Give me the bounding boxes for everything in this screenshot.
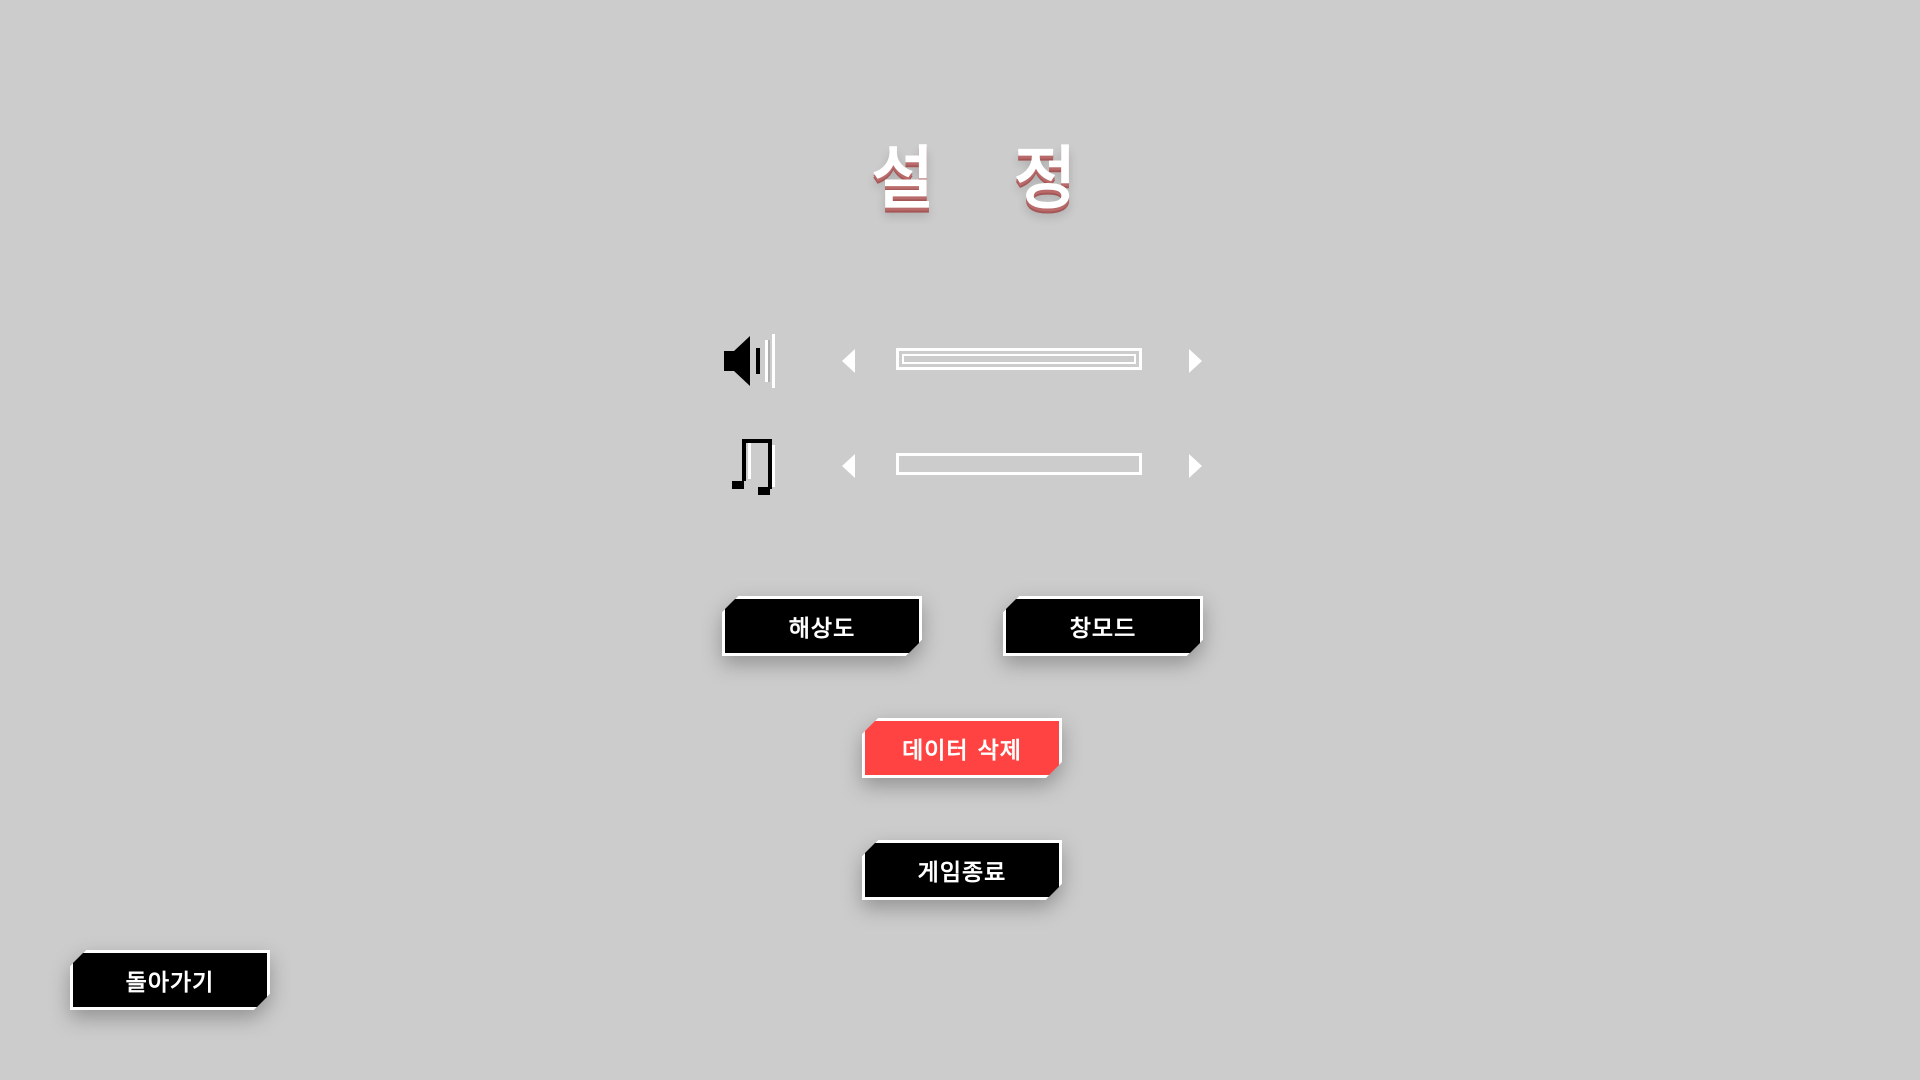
window-mode-button[interactable]: 창모드 [1003,596,1203,656]
music-volume-decrease-arrow[interactable] [842,454,855,478]
music-note-icon [732,439,775,495]
page-title: 설 정 [871,140,1105,219]
music-volume-row [720,431,1210,501]
sfx-volume-decrease-arrow[interactable] [842,349,855,373]
back-button-wrap: 돌아가기 [70,950,270,1010]
resolution-button[interactable]: 해상도 [722,596,922,656]
sfx-volume-increase-arrow[interactable] [1189,349,1202,373]
delete-data-button-wrap: 데이터 삭제 [862,718,1062,778]
resolution-button-wrap: 해상도 [722,596,922,656]
quit-game-button-wrap: 게임종료 [862,840,1062,900]
music-volume-increase-arrow[interactable] [1189,454,1202,478]
speaker-volume-icon [724,334,775,388]
music-volume-slider[interactable] [896,453,1142,475]
delete-data-button[interactable]: 데이터 삭제 [862,718,1062,778]
window-mode-button-wrap: 창모드 [1003,596,1203,656]
back-button[interactable]: 돌아가기 [70,950,270,1010]
quit-game-button[interactable]: 게임종료 [862,840,1062,900]
sfx-volume-slider[interactable] [896,348,1142,370]
sfx-volume-row [720,326,1210,396]
sfx-volume-fill [902,354,1136,364]
